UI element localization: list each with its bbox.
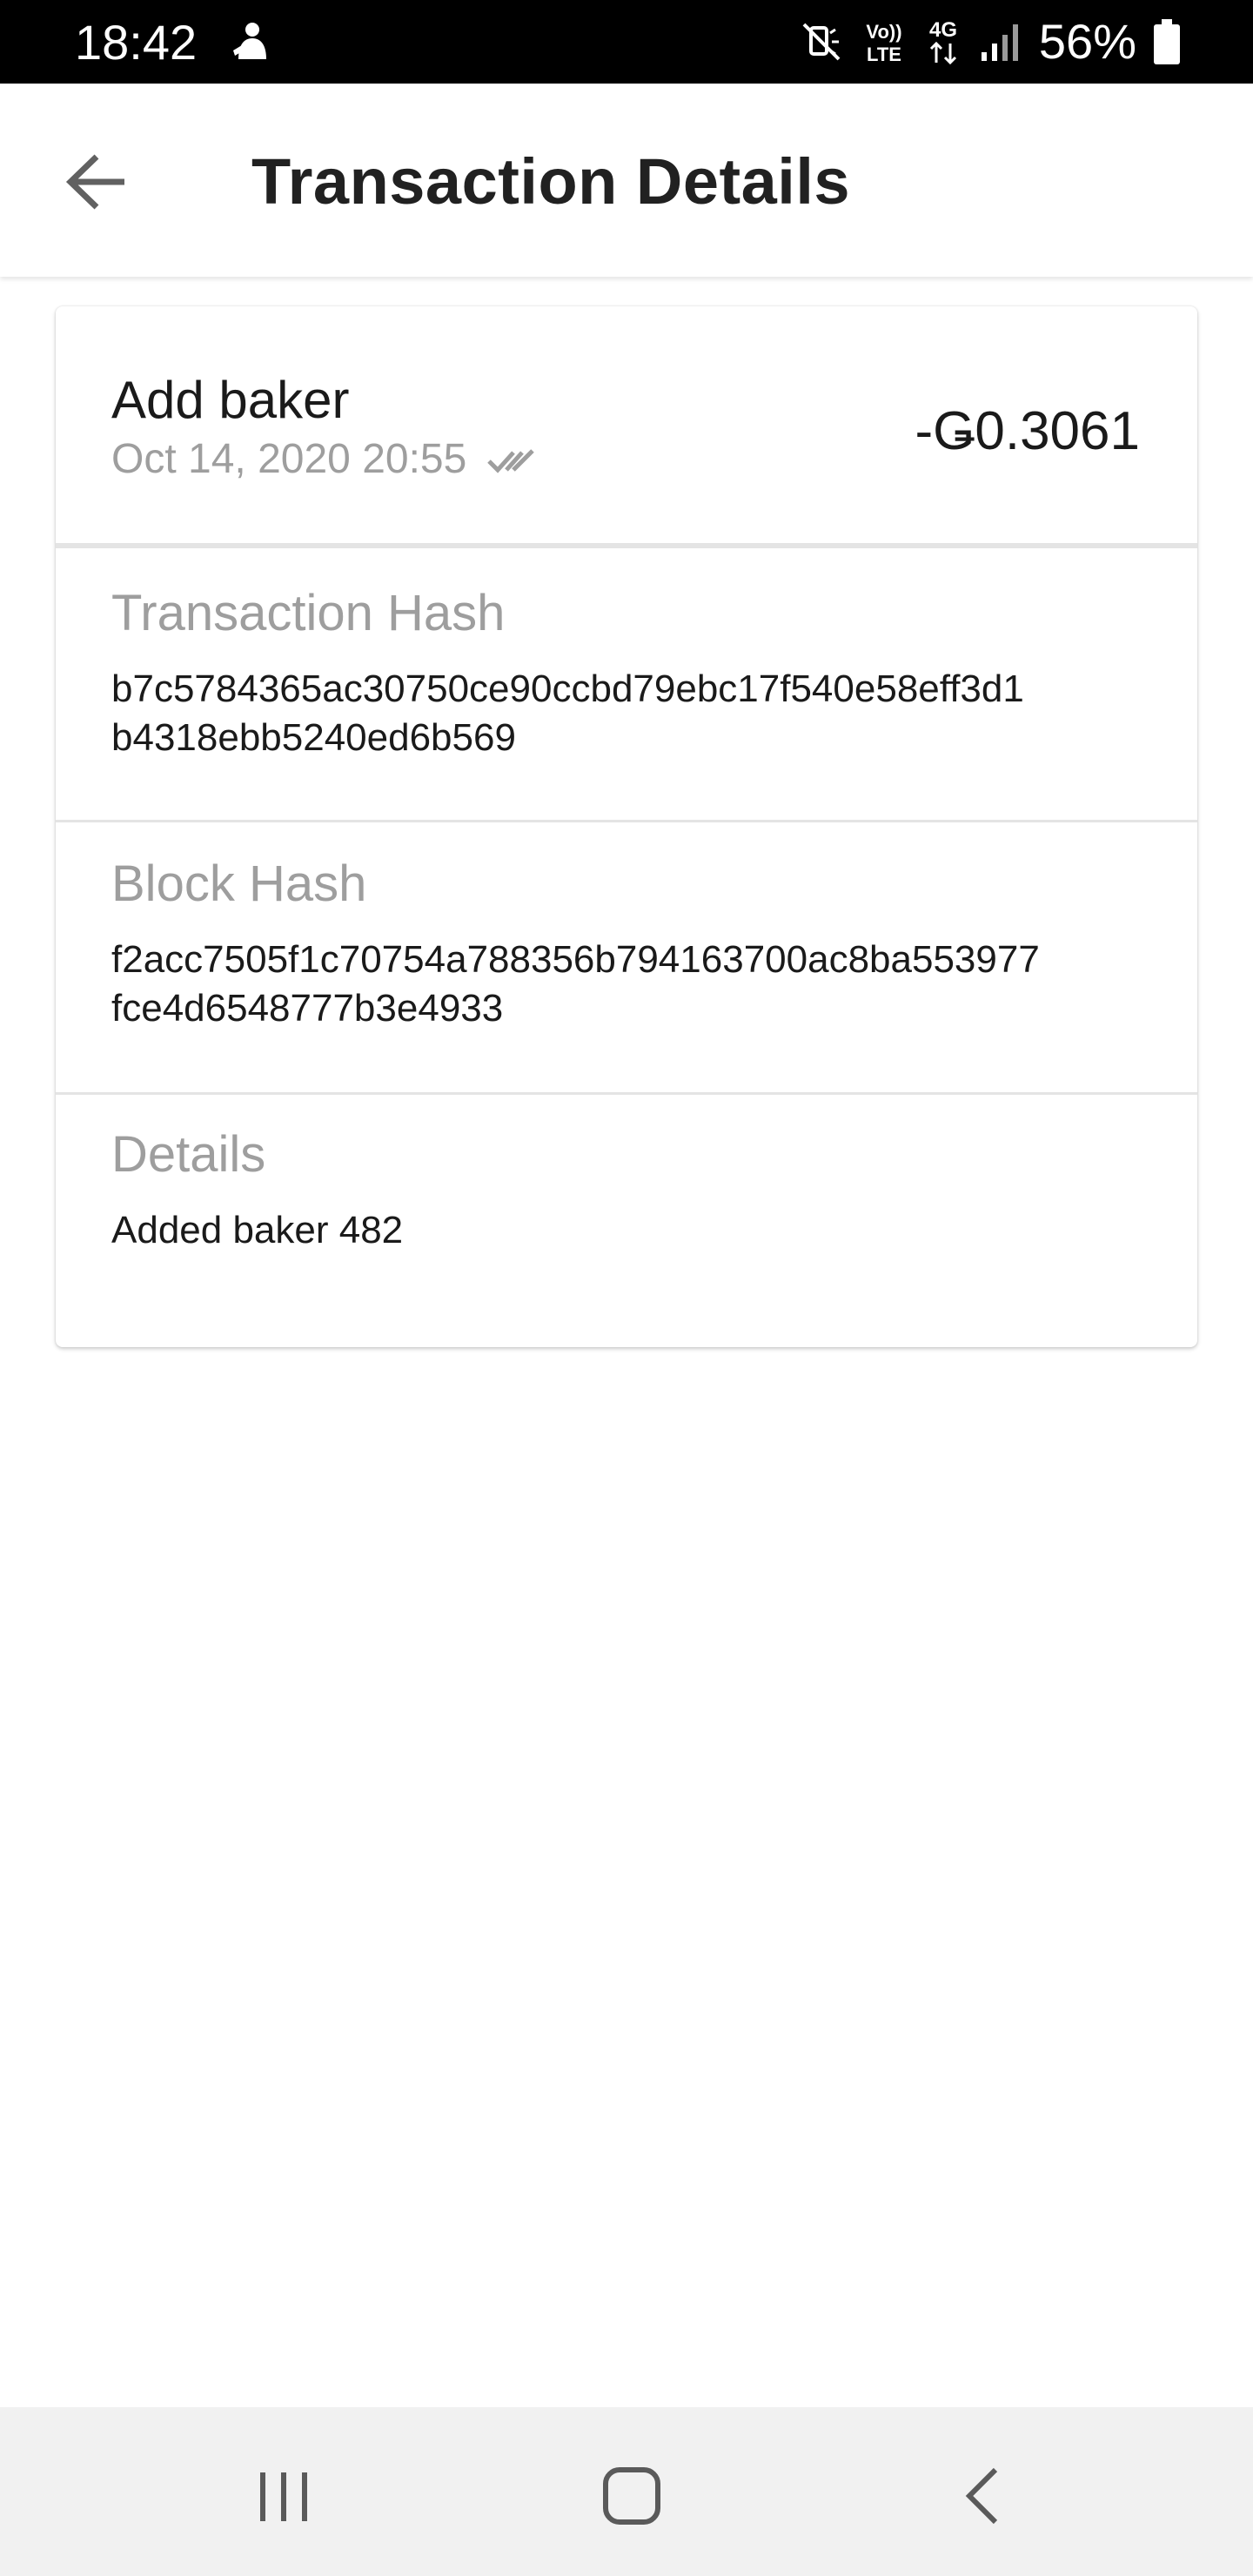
block-hash-value: f2acc7505f1c70754a788356b794163700ac8ba5…	[111, 938, 1040, 1030]
status-icons: Vo)) LTE 4G 56%	[799, 10, 1182, 73]
recent-apps-icon	[260, 2472, 307, 2521]
app-bar: Transaction Details	[0, 84, 1253, 277]
volte-label-bottom: LTE	[867, 44, 901, 65]
transaction-hash-label: Transaction Hash	[111, 585, 506, 641]
system-nav-bar	[0, 2407, 1253, 2576]
details-value: Added baker 482	[111, 1209, 404, 1251]
home-button[interactable]	[571, 2452, 693, 2539]
status-time: 18:42	[75, 15, 198, 70]
person-notification-icon	[230, 19, 271, 64]
transaction-title: Add baker	[111, 371, 350, 429]
transaction-card: Add baker Oct 14, 2020 20:55 -Ǥ0.3061 Tr…	[56, 306, 1197, 1347]
transaction-amount: -Ǥ0.3061	[915, 401, 1140, 461]
details-section: Details Added baker 482	[56, 1095, 1197, 1347]
signal-icon	[978, 19, 1023, 64]
double-check-icon	[487, 449, 535, 473]
block-hash-label: Block Hash	[111, 855, 367, 912]
home-icon	[603, 2467, 660, 2525]
page-title: Transaction Details	[251, 145, 851, 218]
system-back-button[interactable]	[922, 2452, 1044, 2539]
arrow-left-icon	[65, 154, 124, 210]
details-label: Details	[111, 1126, 266, 1183]
block-hash-section: Block Hash f2acc7505f1c70754a788356b7941…	[56, 822, 1197, 1090]
transaction-hash-value: b7c5784365ac30750ce90ccbd79ebc17f540e58e…	[111, 667, 1024, 759]
back-icon	[965, 2467, 998, 2525]
transaction-date: Oct 14, 2020 20:55	[111, 436, 467, 482]
network-label: 4G	[929, 18, 957, 42]
transaction-date-row: Oct 14, 2020 20:55	[111, 433, 543, 486]
volte-icon: Vo)) LTE	[860, 17, 908, 66]
transaction-summary: Add baker Oct 14, 2020 20:55 -Ǥ0.3061	[56, 306, 1197, 543]
transaction-hash-section: Transaction Hash b7c5784365ac30750ce90cc…	[56, 548, 1197, 818]
4g-icon: 4G	[924, 16, 962, 68]
battery-icon	[1152, 17, 1182, 66]
status-bar: 18:42 Vo)) LTE 4G 56%	[0, 0, 1253, 84]
recent-apps-button[interactable]	[223, 2452, 345, 2539]
battery-percent: 56%	[1038, 14, 1136, 69]
volte-label-top: Vo))	[866, 21, 901, 43]
mute-icon	[799, 19, 844, 64]
back-button[interactable]	[49, 134, 144, 230]
